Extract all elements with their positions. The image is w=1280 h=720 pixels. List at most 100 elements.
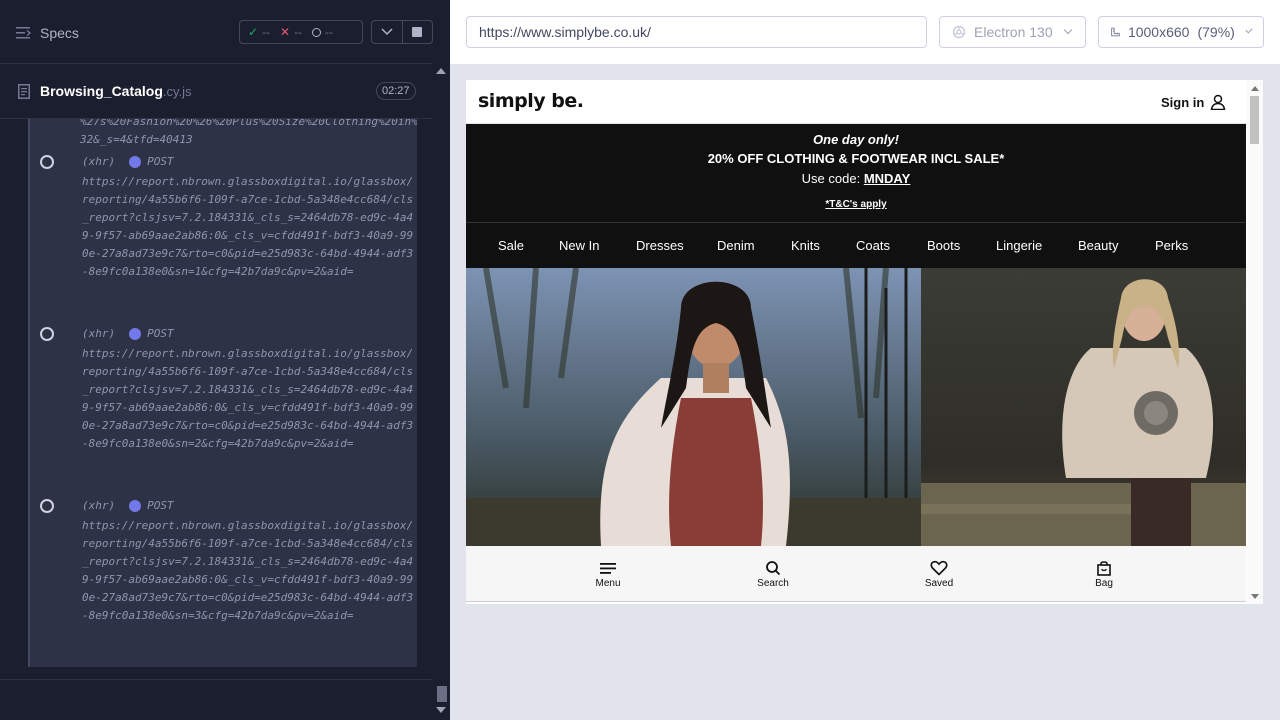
command-method: POST bbox=[147, 155, 174, 168]
run-stats: ✓ -- ✕ -- -- bbox=[239, 20, 363, 44]
browser-selector[interactable]: Electron 130 bbox=[939, 16, 1086, 48]
reporter-header: Specs ✓ -- ✕ -- -- bbox=[0, 0, 433, 64]
bottom-nav: Menu Search Saved Bag bbox=[466, 546, 1246, 602]
url-text: https://www.simplybe.co.uk/ bbox=[479, 24, 651, 40]
nav-item-new-in[interactable]: New In bbox=[559, 238, 599, 253]
spec-title: Browsing_Catalog bbox=[40, 83, 163, 99]
saved-label: Saved bbox=[924, 578, 954, 589]
spec-duration: 02:27 bbox=[376, 82, 416, 100]
saved-button[interactable]: Saved bbox=[909, 560, 969, 589]
menu-label: Menu bbox=[595, 578, 621, 589]
aut-header: https://www.simplybe.co.uk/ Electron 130… bbox=[450, 0, 1280, 64]
hero-photo bbox=[466, 268, 1246, 546]
user-icon bbox=[1211, 94, 1226, 110]
reporter-footer-divider bbox=[0, 679, 432, 680]
viewport-scale: (79%) bbox=[1197, 24, 1235, 40]
promo-headline: One day only! bbox=[813, 132, 899, 147]
nav-item-boots[interactable]: Boots bbox=[927, 238, 960, 253]
chevron-down-icon bbox=[1245, 26, 1253, 34]
nav-item-perks[interactable]: Perks bbox=[1155, 238, 1188, 253]
scroll-down-arrow-icon[interactable] bbox=[1251, 594, 1259, 599]
promo-offer: 20% OFF CLOTHING & FOOTWEAR INCL SALE* bbox=[707, 151, 1005, 166]
command-url: https://report.nbrown.glassboxdigital.io… bbox=[82, 519, 414, 622]
browser-name: Electron 130 bbox=[974, 24, 1053, 40]
command-url: https://report.nbrown.glassboxdigital.io… bbox=[82, 347, 414, 450]
specs-button[interactable]: Specs bbox=[16, 22, 79, 44]
command-method: POST bbox=[147, 327, 174, 340]
spec-name[interactable]: Browsing_Catalog.cy.js bbox=[40, 83, 192, 99]
command-type: (xhr) bbox=[82, 155, 116, 168]
loading-spinner-icon bbox=[40, 327, 54, 341]
scroll-up-arrow-icon[interactable] bbox=[1251, 86, 1259, 91]
nav-item-knits[interactable]: Knits bbox=[791, 238, 820, 253]
chevron-down-icon bbox=[1063, 25, 1072, 35]
menu-icon bbox=[600, 563, 616, 574]
aut-iframe: simply be. Sign in One day only! 20% OFF… bbox=[466, 80, 1263, 604]
promo-banner: One day only! 20% OFF CLOTHING & FOOTWEA… bbox=[466, 124, 1246, 222]
stop-button[interactable] bbox=[401, 21, 432, 43]
promo-code: MNDAY bbox=[863, 171, 911, 186]
site-scrollbar[interactable] bbox=[1247, 80, 1263, 604]
passed-stat: ✓ -- bbox=[248, 25, 270, 39]
stop-icon bbox=[412, 27, 423, 37]
bag-icon bbox=[1097, 561, 1111, 576]
sign-in-link[interactable]: Sign in bbox=[1161, 94, 1226, 110]
command-method: POST bbox=[147, 499, 174, 512]
spec-header: Browsing_Catalog.cy.js 02:27 bbox=[0, 65, 432, 119]
xhr-status-dot bbox=[129, 327, 142, 340]
passed-count: -- bbox=[262, 25, 271, 39]
reporter-scrollbar[interactable] bbox=[433, 64, 450, 720]
reporter-panel: Specs ✓ -- ✕ -- -- Browsing_Catalog.cy.j… bbox=[0, 0, 450, 720]
sign-in-label: Sign in bbox=[1161, 94, 1205, 110]
spec-extension: .cy.js bbox=[162, 84, 192, 99]
x-icon: ✕ bbox=[280, 25, 291, 39]
hero-image[interactable] bbox=[466, 268, 1246, 546]
heart-icon bbox=[930, 560, 948, 576]
failed-count: -- bbox=[294, 25, 303, 39]
menu-button[interactable]: Menu bbox=[578, 560, 638, 589]
nav-item-denim[interactable]: Denim bbox=[717, 238, 755, 253]
search-button[interactable]: Search bbox=[743, 560, 803, 589]
search-icon bbox=[766, 561, 781, 576]
file-icon bbox=[18, 84, 30, 99]
category-nav: Sale New In Dresses Denim Knits Coats Bo… bbox=[466, 222, 1246, 268]
loading-spinner-icon bbox=[40, 155, 54, 169]
command-type: (xhr) bbox=[82, 327, 116, 340]
pending-count: -- bbox=[325, 25, 333, 39]
search-label: Search bbox=[757, 578, 789, 589]
bag-label: Bag bbox=[1095, 578, 1113, 589]
cypress-app: Specs ✓ -- ✕ -- -- Browsing_Catalog.cy.j… bbox=[0, 0, 1280, 720]
nav-item-beauty[interactable]: Beauty bbox=[1078, 238, 1118, 253]
pending-circle-icon bbox=[312, 27, 322, 37]
scrollbar-thumb[interactable] bbox=[1250, 96, 1259, 144]
viewport-info[interactable]: 1000x660 (79%) bbox=[1098, 16, 1264, 48]
loading-spinner-icon bbox=[40, 499, 54, 513]
viewport-size: 1000x660 bbox=[1127, 24, 1190, 40]
expand-button[interactable] bbox=[372, 21, 402, 43]
command-header: (xhr) POST bbox=[82, 327, 174, 340]
xhr-status-dot bbox=[129, 155, 142, 168]
terms-link[interactable]: *T&C's apply bbox=[466, 199, 1246, 210]
nav-item-dresses[interactable]: Dresses bbox=[636, 238, 684, 253]
url-bar[interactable]: https://www.simplybe.co.uk/ bbox=[466, 16, 927, 48]
command-log: %27s%20Fashion%20%26%20Plus%20Size%20Clo… bbox=[28, 119, 417, 667]
command-header: (xhr) POST bbox=[82, 499, 174, 512]
command-url: https://report.nbrown.glassboxdigital.io… bbox=[82, 175, 414, 278]
site-logo[interactable]: simply be. bbox=[478, 90, 584, 112]
scroll-up-arrow-icon[interactable] bbox=[436, 68, 446, 74]
nav-item-lingerie[interactable]: Lingerie bbox=[996, 238, 1042, 253]
nav-item-coats[interactable]: Coats bbox=[856, 238, 890, 253]
bag-button[interactable]: Bag bbox=[1074, 560, 1134, 589]
run-controls bbox=[371, 20, 433, 44]
check-icon: ✓ bbox=[248, 25, 259, 39]
scroll-down-arrow-icon[interactable] bbox=[436, 707, 446, 713]
promo-code-line: Use code: MNDAY bbox=[466, 171, 1246, 186]
command-url-fragment: %27s%20Fashion%20%26%20Plus%20Size%20Clo… bbox=[80, 119, 417, 146]
nav-item-sale[interactable]: Sale bbox=[498, 238, 524, 253]
command-type: (xhr) bbox=[82, 499, 116, 512]
specs-label: Specs bbox=[40, 25, 79, 41]
browser-icon bbox=[952, 25, 966, 39]
failed-stat: ✕ -- bbox=[280, 25, 302, 39]
scrollbar-thumb[interactable] bbox=[437, 686, 447, 702]
menu-list-icon bbox=[16, 27, 32, 39]
